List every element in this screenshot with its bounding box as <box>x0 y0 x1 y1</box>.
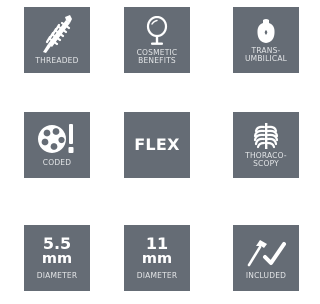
color-palette-icon <box>38 124 74 153</box>
tile-label: THREADED <box>35 56 79 65</box>
diameter-unit: mm <box>141 250 173 267</box>
flex-text: FLEX <box>134 135 180 154</box>
tile-label: INCLUDED <box>245 271 287 280</box>
umbilicus-icon <box>257 18 275 43</box>
feature-tile-cosmetic-benefits: COSMETIC BENEFITS <box>124 7 190 73</box>
diameter-value: 11 <box>145 233 169 253</box>
feature-tile-included: INCLUDED <box>233 225 299 291</box>
tile-label-line2: BENEFITS <box>138 55 176 65</box>
tile-label-line2: UMBILICAL <box>244 53 288 63</box>
tile-label: CODED <box>42 158 72 167</box>
ribcage-icon <box>253 123 279 149</box>
feature-tile-trans-umbilical: TRANS- UMBILICAL <box>233 7 299 73</box>
mirror-icon <box>146 15 168 45</box>
feature-tile-diameter-11: 11 mm DIAMETER <box>124 225 190 291</box>
tile-label: DIAMETER <box>136 271 178 281</box>
threaded-shaft-icon <box>43 15 72 53</box>
diameter-value: 5.5 <box>42 233 72 253</box>
tile-label: DIAMETER <box>36 271 78 281</box>
tile-label-line2: SCOPY <box>253 159 279 168</box>
feature-tile-flex: FLEX <box>124 112 190 178</box>
diameter-unit: mm <box>41 250 73 267</box>
feature-tile-threaded: THREADED <box>24 7 90 73</box>
feature-tile-thoracoscopy: THORACO- SCOPY <box>233 112 299 178</box>
hammer-check-icon <box>247 240 286 267</box>
feature-tile-color-coded: CODED <box>24 112 90 178</box>
feature-tile-diameter-5-5: 5.5 mm DIAMETER <box>24 225 90 291</box>
